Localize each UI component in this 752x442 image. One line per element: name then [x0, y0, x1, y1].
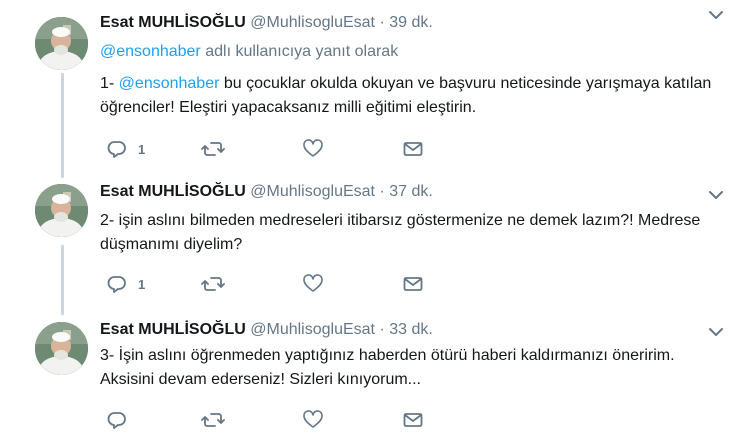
like-icon [302, 409, 324, 431]
tweet-actions: 1 [100, 273, 430, 295]
retweet-icon [201, 138, 225, 160]
tweet-text: 1- @ensonhaber bu çocuklar okulda okuyan… [100, 72, 720, 120]
avatar[interactable] [35, 184, 88, 237]
tweet-text: 3- İşin aslını öğrenmeden yaptığınız hab… [100, 347, 675, 388]
reply-icon [106, 138, 128, 160]
retweet-icon [201, 409, 225, 431]
separator-dot: · [379, 14, 385, 31]
display-name[interactable]: Esat MUHLİSOĞLU [100, 14, 246, 31]
mention-link[interactable]: @ensonhaber [119, 75, 220, 92]
direct-message-icon [402, 273, 424, 295]
retweet-icon [201, 273, 225, 295]
tweet-header: Esat MUHLİSOĞLU @MuhlisogluEsat · 39 dk. [100, 12, 433, 34]
tweet[interactable]: Esat MUHLİSOĞLU @MuhlisogluEsat · 37 dk.… [0, 172, 752, 312]
user-handle[interactable]: @MuhlisogluEsat [250, 183, 375, 200]
tweet-header: Esat MUHLİSOĞLU @MuhlisogluEsat · 33 dk. [100, 319, 433, 341]
like-button[interactable] [302, 273, 324, 295]
direct-message-button[interactable] [402, 273, 424, 295]
tweet[interactable]: Esat MUHLİSOĞLU @MuhlisogluEsat · 33 dk.… [0, 312, 752, 442]
reply-button[interactable]: 1 [106, 273, 145, 295]
like-button[interactable] [302, 138, 324, 160]
reply-mention-link[interactable]: @ensonhaber [100, 43, 201, 60]
direct-message-icon [402, 409, 424, 431]
chevron-down-icon[interactable] [706, 8, 726, 22]
tweet-text-prefix: 1- [100, 75, 119, 92]
chevron-down-icon[interactable] [706, 188, 726, 202]
display-name[interactable]: Esat MUHLİSOĞLU [100, 183, 246, 200]
tweet-actions [100, 409, 430, 431]
direct-message-button[interactable] [402, 409, 424, 431]
avatar[interactable] [35, 17, 88, 70]
retweet-button[interactable] [201, 273, 225, 295]
retweet-button[interactable] [201, 409, 225, 431]
reply-icon [106, 409, 128, 431]
direct-message-icon [402, 138, 424, 160]
timestamp[interactable]: 37 dk. [389, 183, 433, 200]
timestamp[interactable]: 33 dk. [389, 321, 433, 338]
reply-icon [106, 273, 128, 295]
like-icon [302, 138, 324, 160]
reply-button[interactable]: 1 [106, 138, 145, 160]
retweet-button[interactable] [201, 138, 225, 160]
avatar[interactable] [35, 322, 88, 375]
tweet[interactable]: Esat MUHLİSOĞLU @MuhlisogluEsat · 39 dk.… [0, 0, 752, 170]
reply-context: @ensonhaber adlı kullanıcıya yanıt olara… [100, 41, 398, 63]
separator-dot: · [379, 183, 385, 200]
like-icon [302, 273, 324, 295]
like-button[interactable] [302, 409, 324, 431]
chevron-down-icon[interactable] [706, 325, 726, 339]
timestamp[interactable]: 39 dk. [389, 14, 433, 31]
reply-count: 1 [138, 276, 146, 292]
tweet-actions: 1 [100, 138, 430, 160]
display-name[interactable]: Esat MUHLİSOĞLU [100, 321, 246, 338]
reply-button[interactable] [106, 409, 128, 431]
reply-context-text: adlı kullanıcıya yanıt olarak [200, 43, 399, 60]
user-handle[interactable]: @MuhlisogluEsat [250, 14, 375, 31]
tweet-text: 2- işin aslını bilmeden medreseleri itib… [100, 212, 701, 253]
reply-count: 1 [138, 141, 146, 157]
tweet-header: Esat MUHLİSOĞLU @MuhlisogluEsat · 37 dk. [100, 181, 433, 203]
direct-message-button[interactable] [402, 138, 424, 160]
separator-dot: · [379, 321, 385, 338]
user-handle[interactable]: @MuhlisogluEsat [250, 321, 375, 338]
